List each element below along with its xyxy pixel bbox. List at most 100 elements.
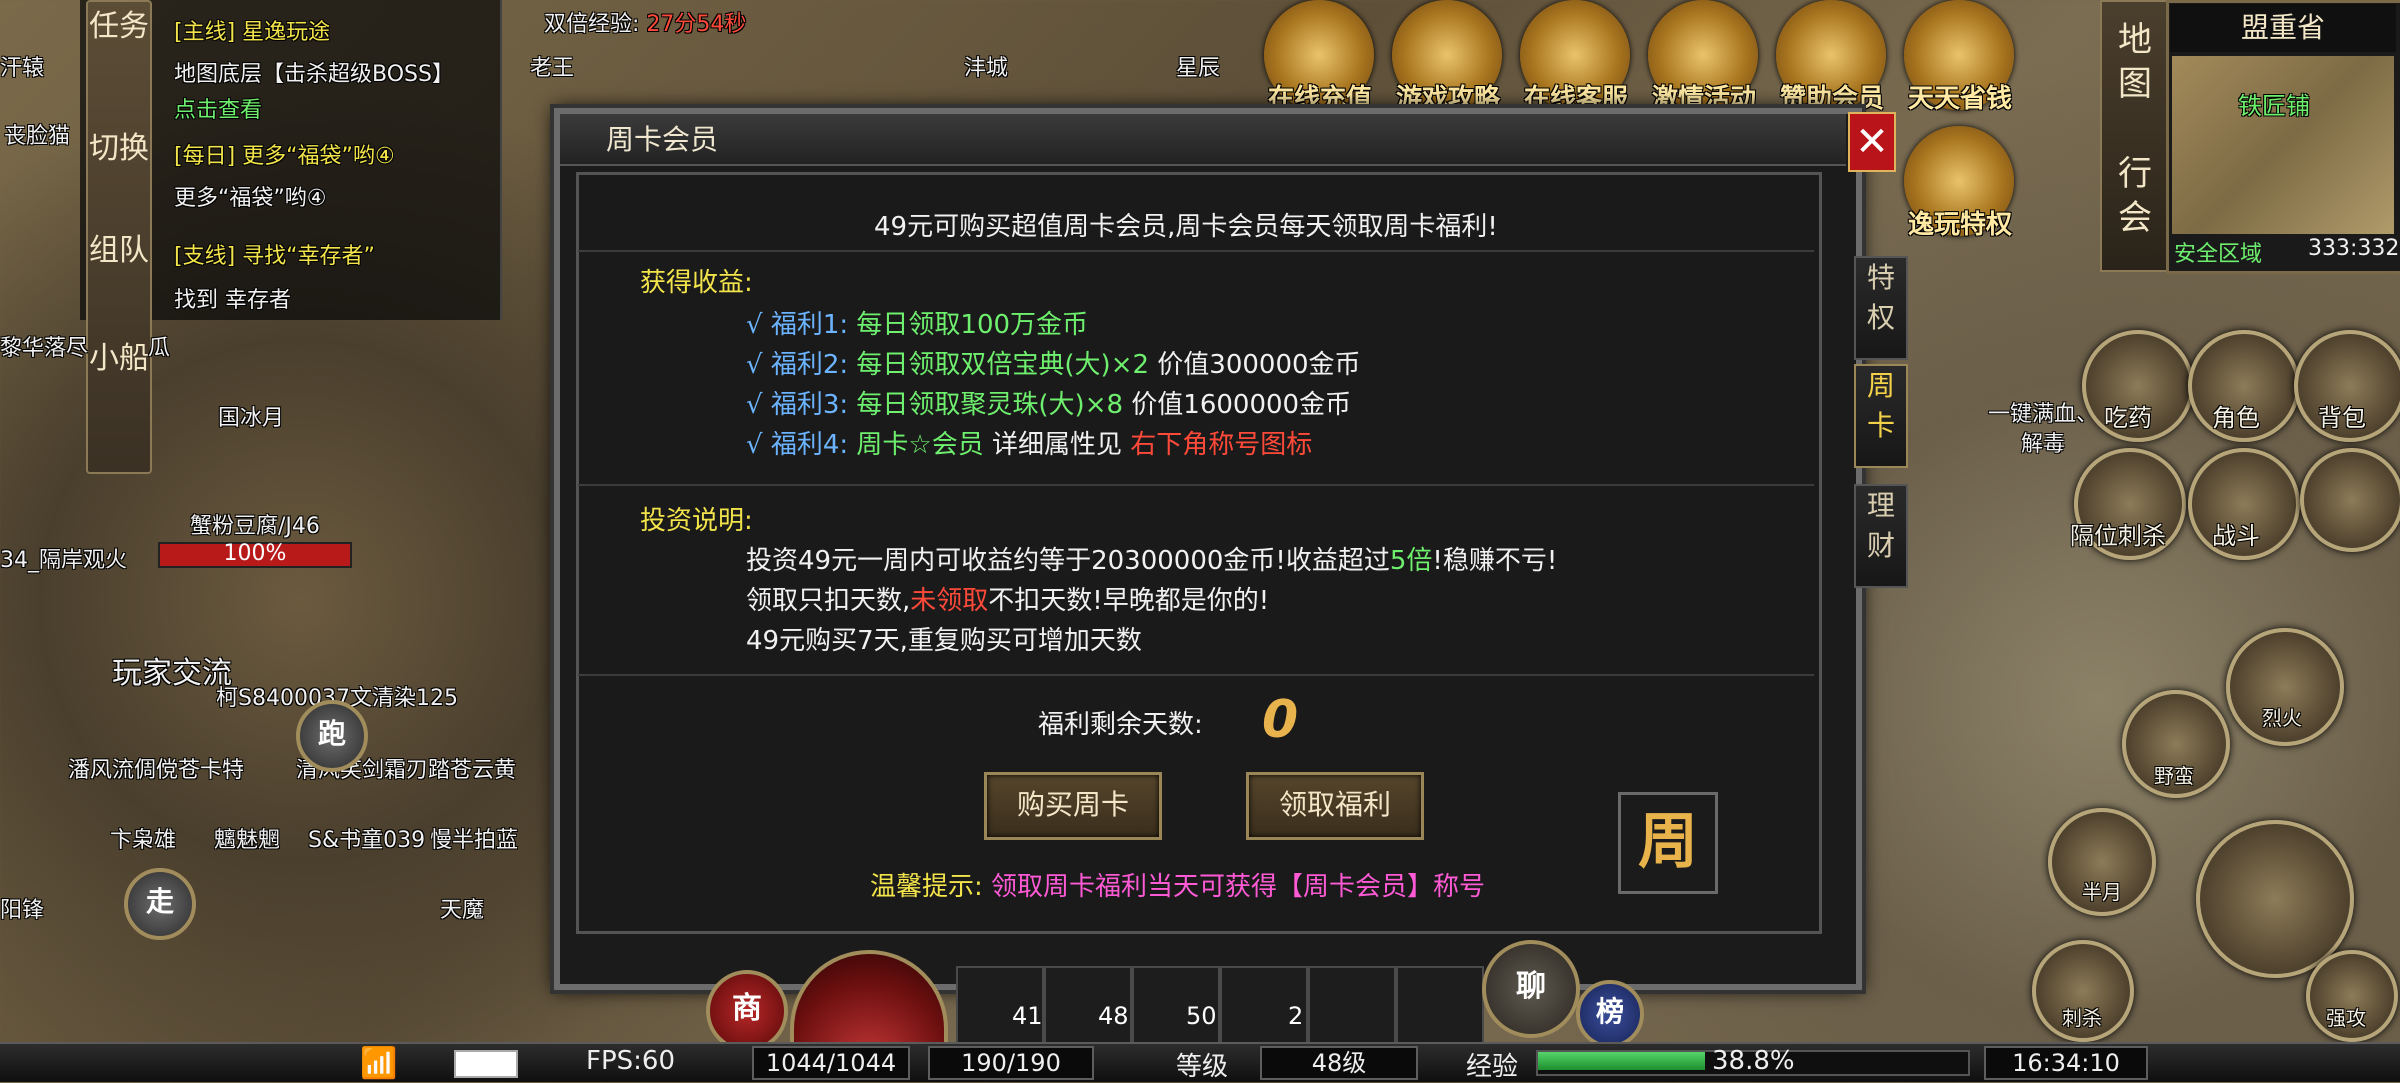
quest-main-link[interactable]: 点击查看: [174, 92, 262, 124]
exp-bar-fill: [1538, 1052, 1705, 1070]
tab-finance[interactable]: 理财: [1854, 484, 1908, 588]
quest-side-tabs: 任务 切换 组队 小船: [86, 0, 152, 474]
run-toggle-button[interactable]: 跑: [296, 700, 368, 772]
divider: [578, 250, 1814, 252]
tab-boat[interactable]: 小船: [88, 340, 150, 378]
buy-weekly-card-button[interactable]: 购买周卡: [984, 772, 1162, 840]
quest-side-tag[interactable]: [支线] 寻找“幸存者”: [174, 238, 375, 270]
player-name-13: S&书童039: [308, 828, 426, 853]
weekly-title-icon[interactable]: 周: [1618, 792, 1718, 894]
shop-button[interactable]: 商: [706, 970, 788, 1052]
exp-percent: 38.8%: [1712, 1046, 1795, 1076]
tab-quest[interactable]: 任务: [88, 8, 150, 46]
player-name-9: 潘风流倜傥苍卡特: [68, 758, 245, 783]
mp-readout: 190/190: [928, 1046, 1094, 1080]
character-label: 角色: [2212, 404, 2260, 432]
item-slot-6[interactable]: [1396, 966, 1484, 1046]
skill-strong-label: 强攻: [2326, 1006, 2366, 1030]
skill-fire-label: 烈火: [2262, 706, 2302, 730]
item-count-4: 2: [1288, 1002, 1304, 1030]
player-name-19: 星辰: [1176, 56, 1221, 81]
invest-line-2: 领取只扣天数,未领取不扣天数!早晚都是你的!: [746, 586, 1270, 616]
exp-label: 经验: [1466, 1052, 1519, 1082]
player-name-6: 蟹粉豆腐/J46: [190, 514, 320, 539]
hp-readout: 1044/1044: [752, 1046, 910, 1080]
walk-toggle-button[interactable]: 走: [124, 868, 196, 940]
tab-team[interactable]: 组队: [88, 232, 150, 270]
save-money-label: 天天省钱: [1907, 84, 2012, 114]
dialog-title: 周卡会员: [606, 123, 719, 156]
quest-daily-tag[interactable]: [每日] 更多“福袋”哟④: [174, 138, 395, 170]
map-coordinates: 333:332: [2308, 236, 2400, 261]
tab-guild[interactable]: 行会: [2102, 152, 2168, 240]
privilege-label: 逸玩特权: [1907, 210, 2012, 240]
invest-line-3: 49元购买7天,重复购买可增加天数: [746, 626, 1142, 656]
player-name-7: 34_隔岸观火: [0, 548, 127, 573]
gain-title: 获得收益:: [640, 268, 753, 298]
level-label: 等级: [1176, 1052, 1229, 1082]
player-name-12: 魑魅魍: [214, 828, 281, 853]
combat-mode-label: 战斗: [2212, 522, 2260, 550]
player-name-1: 汗辕: [0, 56, 45, 81]
player-hp-bar: 100%: [158, 542, 352, 568]
dialog-header: [560, 114, 1846, 166]
days-label: 福利剩余天数:: [1038, 710, 1203, 740]
benefit-3: √ 福利3: 每日领取聚灵珠(大)×8 价值1600000金币: [746, 390, 1352, 420]
minimap-view[interactable]: [2172, 56, 2394, 234]
invest-line-1: 投资49元一周内可收益约等于20300000金币!收益超过5倍!稳赚不亏!: [746, 546, 1558, 576]
map-side-tabs: 地图 行会: [2100, 0, 2170, 272]
player-name-14: 慢半拍蓝: [430, 828, 519, 853]
tab-privilege[interactable]: 特权: [1854, 256, 1908, 360]
item-slot-5[interactable]: [1308, 966, 1396, 1046]
wifi-icon: 📶: [360, 1046, 398, 1081]
player-name-3: 黎华落尽: [0, 336, 89, 361]
quest-daily-detail: 更多“福袋”哟④: [174, 186, 327, 211]
days-remaining-value: 0: [1262, 690, 1299, 750]
player-name-4: 瓜: [148, 336, 171, 361]
player-chat-button[interactable]: 玩家交流: [112, 648, 232, 692]
tab-map[interactable]: 地图: [2102, 18, 2168, 106]
skill-halfmoon-label: 半月: [2082, 880, 2122, 904]
map-marker-label: 铁匠铺: [2238, 92, 2310, 120]
dialog-headline: 49元可购买超值周卡会员,周卡会员每天领取周卡福利!: [874, 212, 1498, 242]
ranking-button[interactable]: 榜: [1576, 980, 1644, 1048]
chat-button[interactable]: 聊: [1482, 940, 1580, 1038]
invest-title: 投资说明:: [640, 506, 753, 536]
divider: [578, 674, 1814, 676]
player-name-16: 天魔: [440, 898, 485, 923]
joystick-icon[interactable]: [2300, 448, 2400, 552]
divider: [578, 484, 1814, 486]
battery-icon: [454, 1050, 518, 1078]
close-button[interactable]: ✕: [1848, 112, 1896, 172]
skill-stab-label: 刺杀: [2062, 1006, 2102, 1030]
benefit-1: √ 福利1: 每日领取100万金币: [746, 310, 1089, 340]
tab-weekly-card[interactable]: 周卡: [1854, 364, 1908, 468]
quest-main-tag[interactable]: [主线] 星逸玩途: [174, 14, 330, 46]
player-name-2: 丧脸猫: [4, 124, 71, 149]
tab-switch[interactable]: 切换: [88, 130, 150, 168]
quest-side-detail: 找到 幸存者: [174, 288, 291, 313]
player-name-5: 国冰月: [218, 406, 285, 431]
item-count-3: 50: [1186, 1002, 1217, 1030]
item-count-1: 41: [1012, 1002, 1043, 1030]
quest-main-detail: 地图底层【击杀超级BOSS】: [174, 62, 454, 87]
player-name-15: 阳锋: [0, 898, 45, 923]
safe-zone-label: 安全区域: [2174, 242, 2263, 267]
player-name-18: 沣城: [964, 56, 1009, 81]
bag-label: 背包: [2318, 404, 2366, 432]
claim-reward-button[interactable]: 领取福利: [1246, 772, 1424, 840]
tip-line: 温馨提示: 领取周卡福利当天可获得【周卡会员】称号: [870, 872, 1486, 902]
skill-savage-label: 野蛮: [2154, 764, 2194, 788]
benefit-4: √ 福利4: 周卡☆会员 详细属性见 右下角称号图标: [746, 430, 1313, 460]
potion-label: 吃药: [2104, 404, 2152, 432]
level-value: 48级: [1260, 1046, 1418, 1080]
map-region-name: 盟重省: [2170, 4, 2396, 52]
benefit-2: √ 福利2: 每日领取双倍宝典(大)×2 价值300000金币: [746, 350, 1361, 380]
player-name-17: 老王: [530, 56, 575, 81]
clock: 16:34:10: [1984, 1046, 2148, 1080]
fps-readout: FPS:60: [586, 1046, 675, 1076]
double-exp-label: 双倍经验: 27分54秒: [544, 12, 747, 37]
item-count-2: 48: [1098, 1002, 1129, 1030]
skill-thrust-label: 隔位刺杀: [2070, 522, 2166, 550]
player-name-11: 卞枭雄: [110, 828, 177, 853]
